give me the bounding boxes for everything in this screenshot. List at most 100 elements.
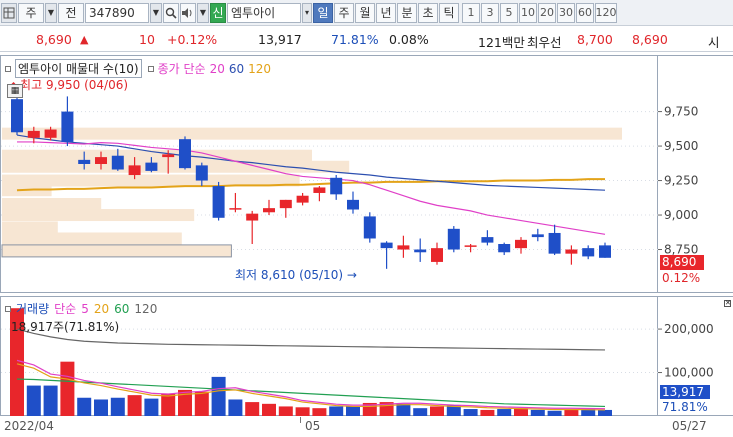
prev-button[interactable]: 전 — [58, 2, 84, 23]
minute-option-4[interactable]: 20 — [538, 2, 556, 23]
candle-15[interactable] — [263, 199, 275, 216]
volume-value: 13,917 — [258, 32, 302, 47]
minute-option-7[interactable]: 120 — [595, 2, 617, 23]
volume-bar-3[interactable] — [60, 361, 75, 416]
candle-3[interactable] — [61, 96, 74, 147]
tab-period-1[interactable]: 주 — [334, 2, 354, 23]
candle-17[interactable] — [296, 192, 309, 206]
volume-chart-pane[interactable]: 거래량 단순 5 20 60 120 18,917주(71.81%) — [0, 296, 659, 416]
chevron-down-icon[interactable]: ▼ — [197, 2, 209, 23]
volume-profile-bar-9 — [1, 244, 232, 258]
candle-10[interactable] — [179, 136, 191, 170]
candle-34[interactable] — [582, 245, 595, 260]
candle-body-6 — [111, 155, 124, 170]
volume-bar-25[interactable] — [430, 406, 444, 416]
high-label: 최고 9,950 (04/06) — [20, 78, 129, 92]
volume-bar-1[interactable] — [26, 385, 41, 416]
right-arrow-icon: → — [346, 268, 357, 282]
volume-bar-11[interactable] — [194, 391, 209, 416]
chevron-down-icon[interactable]: ▼ — [150, 2, 162, 23]
minute-option-5[interactable]: 30 — [557, 2, 575, 23]
candle-body-2 — [44, 129, 57, 138]
candle-23[interactable] — [397, 235, 410, 258]
candle-26[interactable] — [447, 226, 460, 253]
tab-period-5[interactable]: 초 — [418, 2, 438, 23]
volume-bar-16[interactable] — [278, 406, 293, 416]
candle-33[interactable] — [565, 245, 578, 265]
candle-24[interactable] — [414, 238, 427, 262]
open-label: 시 — [708, 35, 720, 50]
candle-31[interactable] — [531, 228, 544, 242]
grid-icon[interactable] — [1, 2, 17, 23]
volume-bar-24[interactable] — [413, 408, 428, 416]
tab-period-0[interactable]: 일 — [313, 2, 333, 23]
tab-period-2[interactable]: 월 — [355, 2, 375, 23]
date-tick — [300, 417, 301, 423]
candle-28[interactable] — [481, 230, 494, 246]
candle-22[interactable] — [380, 241, 393, 269]
candle-20[interactable] — [347, 191, 359, 214]
volume-bar-28[interactable] — [480, 409, 495, 416]
candle-14[interactable] — [246, 210, 259, 244]
stock-code-input[interactable]: 347890 — [85, 2, 149, 23]
minute-option-6[interactable]: 60 — [576, 2, 594, 23]
volume-bar-14[interactable] — [245, 402, 260, 416]
volume-bar-7[interactable] — [127, 395, 142, 416]
candle-body-16 — [279, 199, 292, 209]
candle-29[interactable] — [498, 242, 511, 256]
calendar-icon[interactable]: ▦ — [7, 84, 23, 98]
tab-period-6[interactable]: 틱 — [439, 2, 459, 23]
volume-bar-15[interactable] — [262, 403, 276, 416]
candle-12[interactable] — [212, 181, 225, 221]
volume-bar-31[interactable] — [530, 409, 545, 416]
candle-13[interactable] — [229, 192, 242, 213]
candle-body-25 — [431, 248, 443, 262]
volume-bar-12[interactable] — [211, 376, 226, 416]
candle-body-19 — [330, 177, 343, 195]
volume-bar-30[interactable] — [514, 408, 528, 416]
volume-bar-18[interactable] — [312, 408, 327, 416]
price-chart-pane[interactable]: 엠투아이 매물대 수(10) 종가 단순 20 60 120 ⬋ 최고 9,95… — [0, 55, 659, 293]
volume-bar-19[interactable] — [329, 406, 344, 416]
volume-bar-35[interactable] — [598, 409, 612, 416]
volume-bar-20[interactable] — [346, 406, 360, 416]
candle-18[interactable] — [313, 186, 326, 202]
low-annotation: 최저 8,610 (05/10) → — [235, 266, 357, 283]
volume-bar-33[interactable] — [564, 409, 579, 416]
signal-button[interactable]: 신 — [210, 2, 226, 23]
chevron-down-icon[interactable]: ▼ — [45, 2, 57, 23]
market-select[interactable]: 주 — [18, 2, 44, 23]
volume-bar-4[interactable] — [77, 397, 92, 416]
current-pct-tag: 0.12% — [662, 271, 701, 285]
minute-option-0[interactable]: 1 — [462, 2, 480, 23]
candle-body-28 — [481, 237, 494, 243]
volume-bar-13[interactable] — [228, 399, 243, 416]
minute-option-3[interactable]: 10 — [519, 2, 537, 23]
search-icon[interactable] — [163, 2, 179, 23]
chevron-down-icon[interactable]: ▾ — [302, 2, 312, 23]
volume-bar-27[interactable] — [463, 409, 478, 416]
volume-bar-6[interactable] — [110, 397, 125, 416]
candle-35[interactable] — [599, 242, 611, 258]
candle-32[interactable] — [548, 224, 561, 256]
volume-bar-32[interactable] — [547, 410, 562, 416]
volume-bar-29[interactable] — [497, 409, 512, 416]
volume-bar-5[interactable] — [94, 399, 108, 416]
minute-option-2[interactable]: 5 — [500, 2, 518, 23]
tab-period-3[interactable]: 년 — [376, 2, 396, 23]
minute-option-1[interactable]: 3 — [481, 2, 499, 23]
volume-bar-23[interactable] — [396, 403, 411, 416]
candle-27[interactable] — [464, 244, 477, 253]
legend-ma60: 60 — [228, 61, 245, 76]
candle-19[interactable] — [330, 175, 343, 200]
candle-25[interactable] — [431, 242, 443, 265]
candle-30[interactable] — [515, 237, 527, 254]
volume-bar-17[interactable] — [295, 407, 310, 416]
volume-bar-2[interactable] — [43, 385, 58, 416]
volume-bar-8[interactable] — [144, 398, 159, 416]
candle-body-33 — [565, 249, 578, 254]
tab-period-4[interactable]: 분 — [397, 2, 417, 23]
candle-21[interactable] — [363, 212, 376, 243]
volume-bar-9[interactable] — [161, 393, 176, 416]
speaker-icon[interactable] — [180, 2, 196, 23]
